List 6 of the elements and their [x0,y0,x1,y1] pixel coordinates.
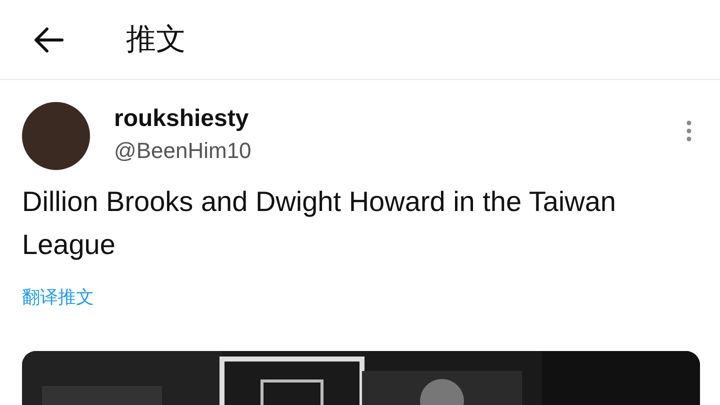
more-options-icon[interactable] [686,120,692,142]
back-arrow-icon[interactable] [34,26,64,52]
tweet-text: Dillion Brooks and Dwight Howard in the Taiwan League [21,185,618,262]
user-handle: @BeenHim10 [114,137,252,165]
page-title: 推文 [126,22,186,58]
display-name[interactable]: roukshiesty [114,104,686,134]
